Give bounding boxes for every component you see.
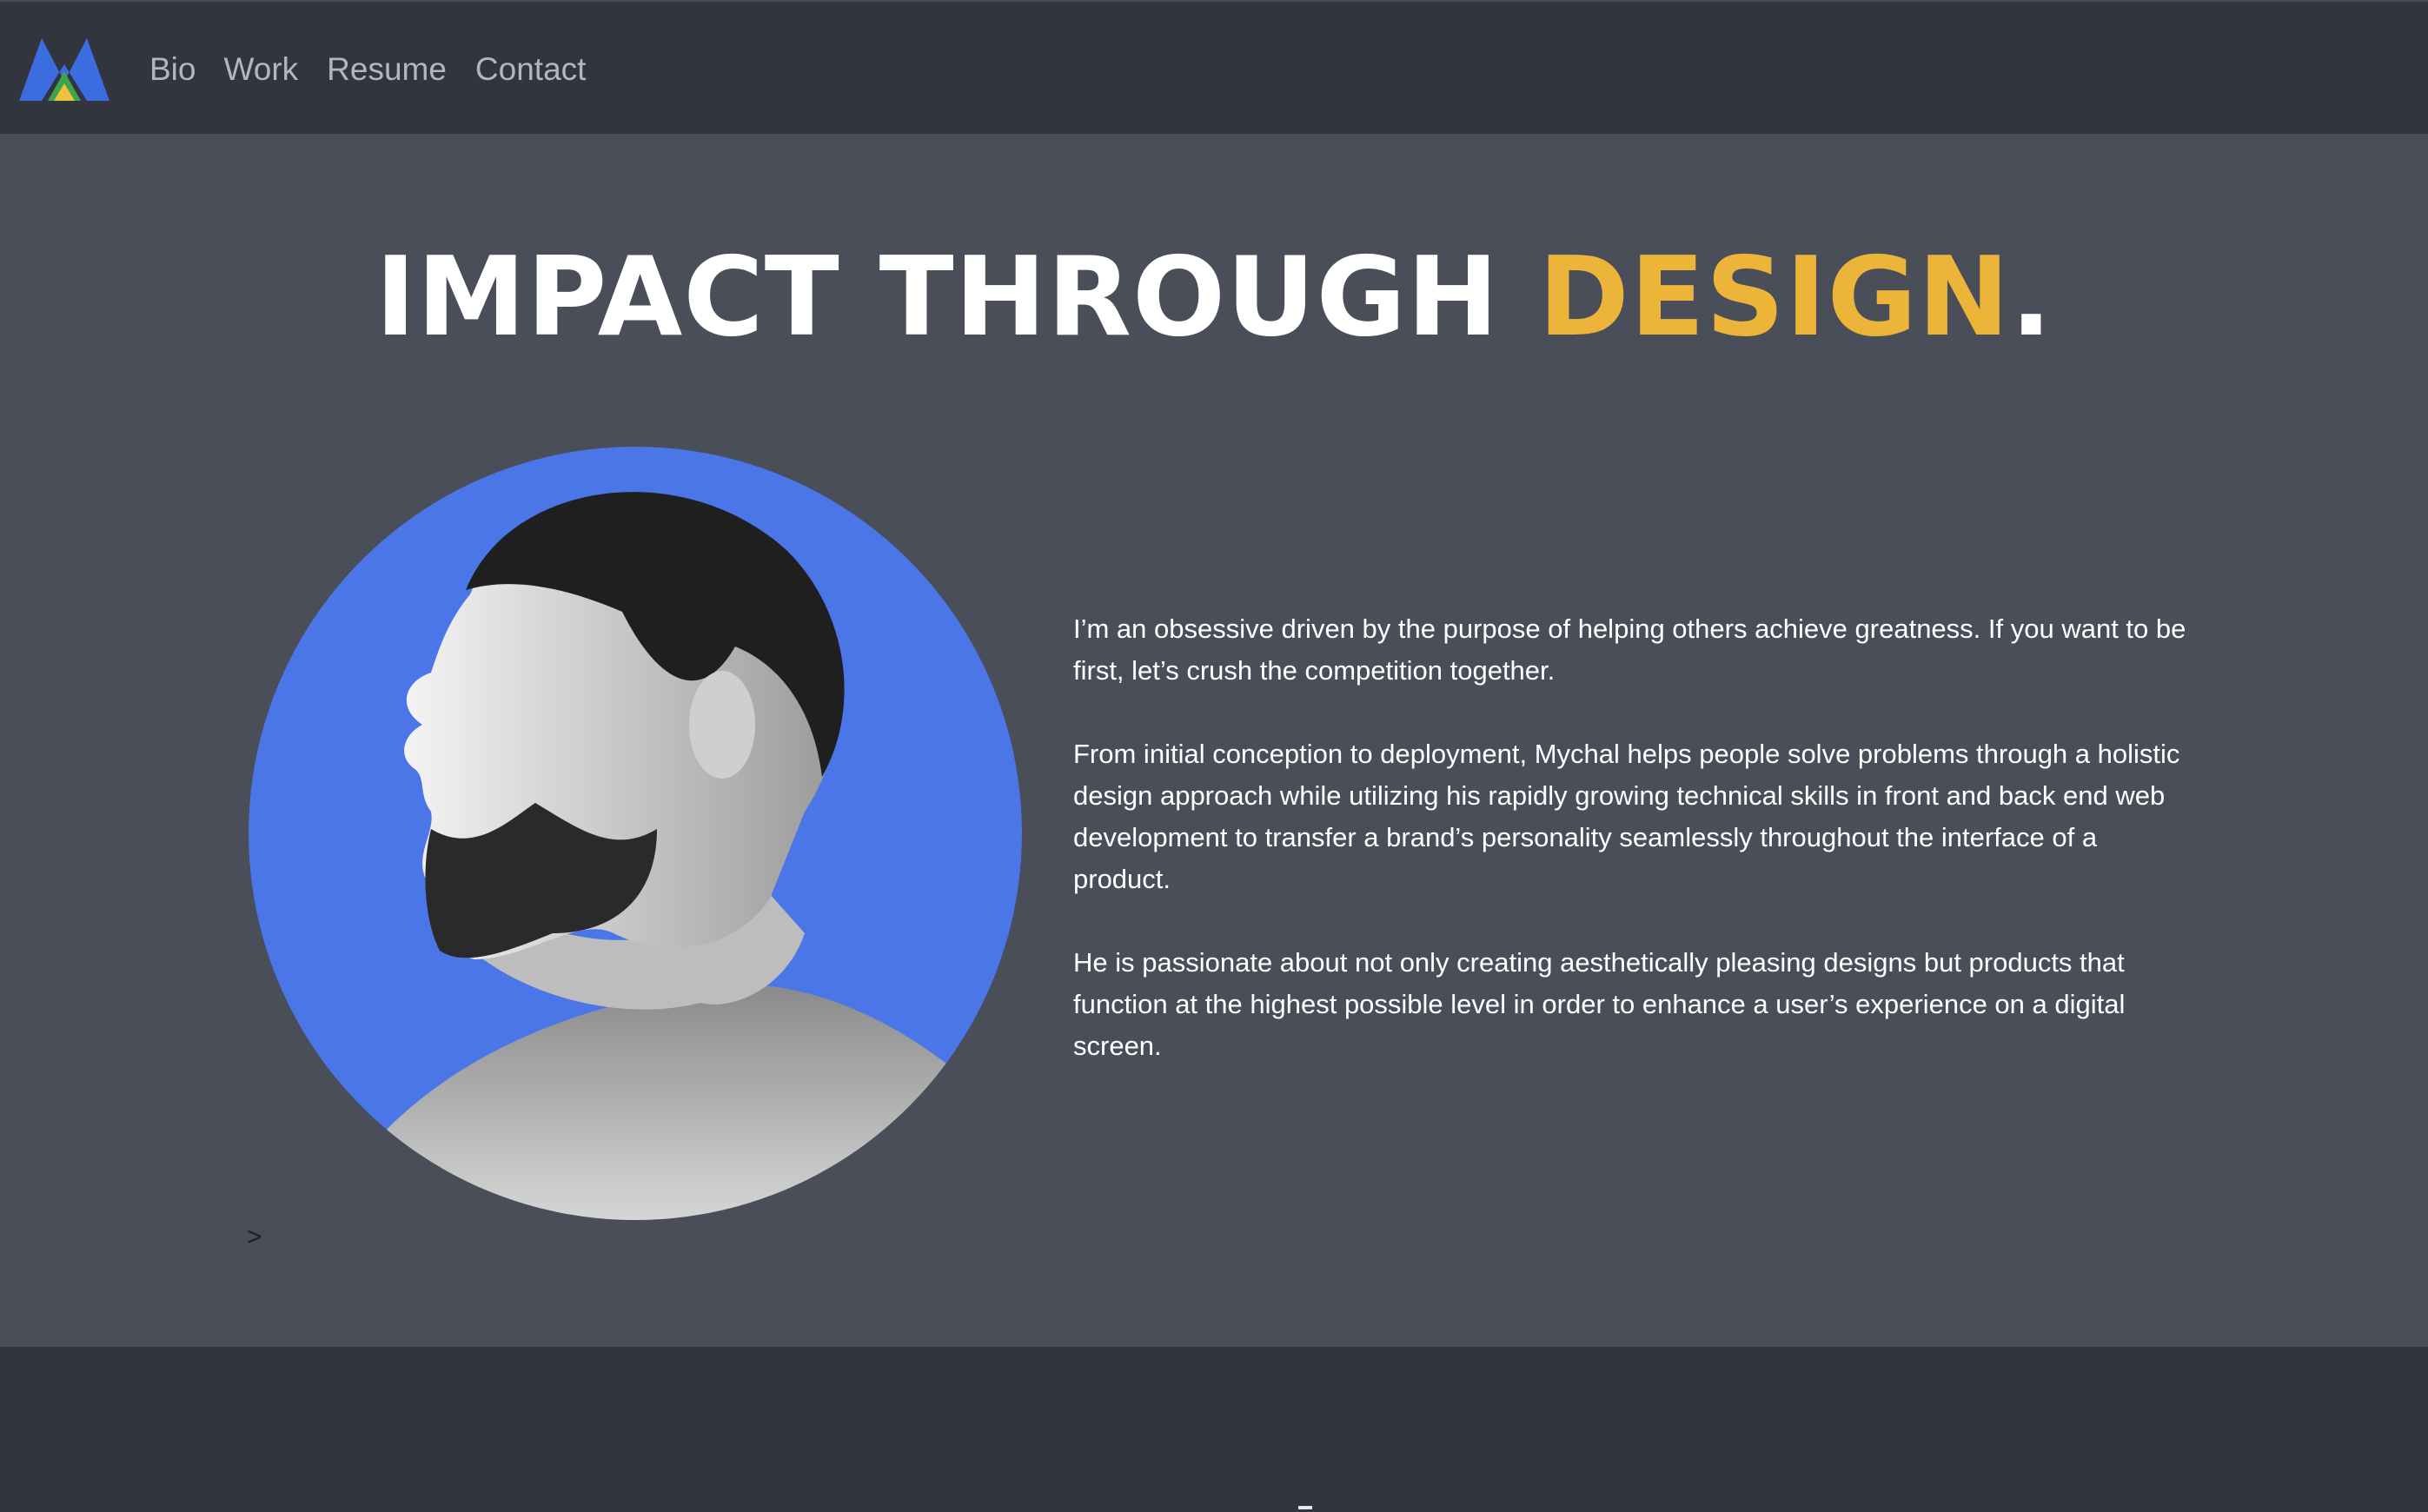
nav-contact-link[interactable]: Contact [475,45,587,94]
nav-bio-link[interactable]: Bio [149,45,196,94]
headline-main-text: IMPACT THROUGH [375,233,1539,361]
bio-paragraph-3: He is passionate about not only creating… [1073,947,2126,1061]
m-triangle-logo-icon[interactable] [19,38,109,101]
bio-paragraph-2: From initial conception to deployment, M… [1073,739,2180,894]
next-arrow-icon[interactable]: > [247,1220,262,1255]
footer-marker [1298,1506,1312,1509]
nav-work-link[interactable]: Work [223,45,298,94]
bio-paragraph-1: I’m an obsessive driven by the purpose o… [1073,613,2186,686]
bio-text: I’m an obsessive driven by the purpose o… [1073,608,2194,1109]
nav-resume-link[interactable]: Resume [327,45,447,94]
portrait-photo [249,447,1022,1220]
page-headline: IMPACT THROUGH DESIGN. [0,228,2428,367]
main-nav: Bio Work Resume Contact [149,45,614,94]
headline-accent-text: DESIGN [1538,233,2011,361]
top-nav-bar: Bio Work Resume Contact [0,0,2428,134]
footer-section [0,1347,2428,1512]
headline-period: . [2010,233,2053,361]
